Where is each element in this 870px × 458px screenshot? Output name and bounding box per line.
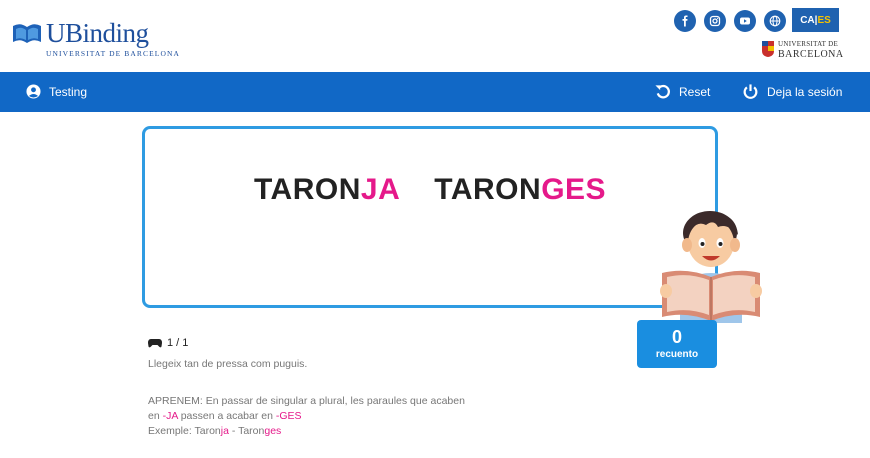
partner-line-1: UNIVERSITAT DE [778, 40, 839, 48]
social-links [674, 10, 786, 32]
word1-ending: JA [360, 173, 401, 206]
learn-line-3: Exemple: Taronja - Taronges [148, 425, 282, 437]
gamepad-icon [148, 339, 162, 348]
university-logo[interactable]: UNIVERSITAT DE BARCELONA [761, 40, 851, 62]
power-icon [743, 84, 758, 99]
reset-icon [655, 84, 670, 99]
exercise-card: TARONJA TARONGES [142, 126, 718, 308]
facebook-icon[interactable] [674, 10, 696, 32]
shield-icon [762, 41, 774, 57]
count-badge[interactable]: 0 recuento [637, 320, 717, 368]
word1-base: TARON [253, 173, 361, 206]
word2-base: TARON [434, 173, 542, 206]
user-icon [26, 84, 41, 99]
user-name: Testing [49, 84, 88, 99]
learning-note: APRENEM: En passar de singular a plural,… [148, 394, 488, 439]
instruction-text: Llegeix tan de pressa com puguis. [148, 358, 308, 370]
instagram-icon[interactable] [704, 10, 726, 32]
learn-line-2: en -JA passen a acabar en -GES [148, 410, 302, 422]
example-plural-ending: ges [264, 425, 282, 437]
progress-text: 1 / 1 [167, 337, 189, 349]
partner-line-2: BARCELONA [778, 49, 844, 60]
language-switcher[interactable]: CA | ES [792, 8, 839, 32]
brand-name: UBinding [46, 18, 149, 48]
ubinding-logo[interactable]: UBinding UNIVERSITAT DE BARCELONA [12, 16, 212, 62]
top-navbar: Testing Reset Deja la sesión [0, 72, 870, 112]
reset-button[interactable]: Reset [654, 83, 710, 100]
logout-button[interactable]: Deja la sesión [742, 83, 842, 100]
boy-reading-illustration [660, 211, 762, 323]
youtube-icon[interactable] [734, 10, 756, 32]
example-singular-ending: ja [220, 425, 229, 437]
user-menu[interactable]: Testing [26, 84, 87, 99]
lang-es[interactable]: ES [817, 15, 830, 26]
count-value: 0 [671, 327, 682, 347]
header: UBinding UNIVERSITAT DE BARCELONA CA | E… [0, 0, 870, 72]
exercise-words: TARONJA TARONGES [145, 173, 715, 207]
book-logo-icon [13, 24, 41, 43]
reset-label: Reset [679, 84, 711, 99]
logout-label: Deja la sesión [767, 84, 843, 99]
count-label: recuento [655, 349, 699, 360]
progress-indicator: 1 / 1 [148, 337, 188, 349]
globe-icon[interactable] [764, 10, 786, 32]
singular-ending: -JA [162, 410, 178, 422]
plural-ending: -GES [275, 410, 302, 422]
word2-ending: GES [541, 173, 607, 206]
learn-line-1: APRENEM: En passar de singular a plural,… [148, 395, 465, 407]
brand-subtitle: UNIVERSITAT DE BARCELONA [46, 49, 180, 58]
lang-ca[interactable]: CA [800, 15, 814, 26]
